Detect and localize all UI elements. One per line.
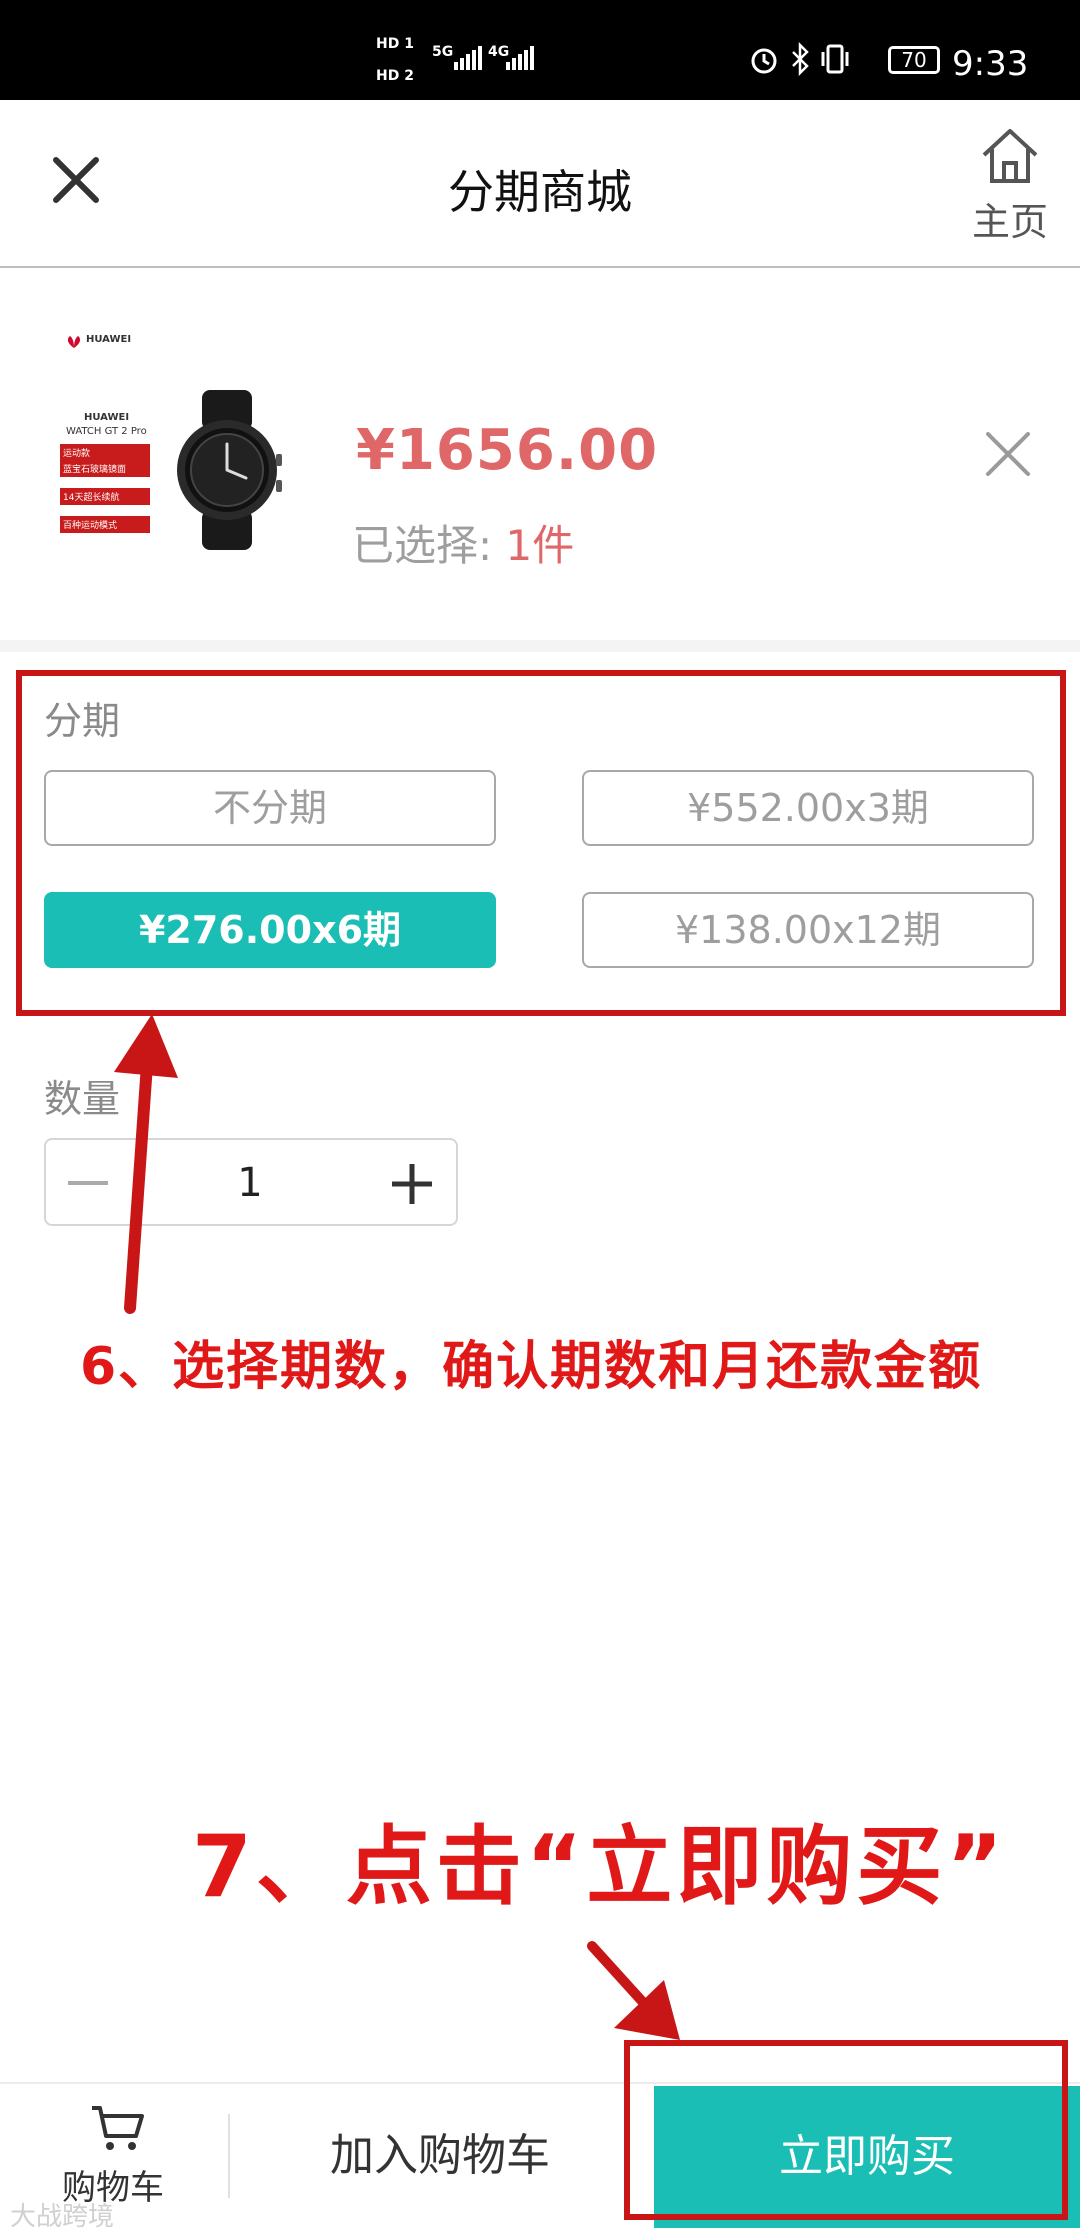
annotation-step7: 7、点击“立即购买”	[192, 1817, 1007, 1917]
annotation-arrow-down-head	[614, 1980, 680, 2040]
annotation-arrow-down	[587, 1941, 655, 2015]
annotation-arrow-up	[124, 1044, 154, 1314]
annotation-arrow-up-head	[114, 1014, 178, 1078]
watermark: 大战跨境	[10, 2202, 115, 2232]
add-to-cart-button[interactable]: 加入购物车	[230, 2114, 650, 2198]
annotation-highlight-box-buy	[624, 2040, 1068, 2220]
annotation-step6: 6、选择期数，确认期数和月还款金额	[80, 1337, 983, 1397]
cart-icon[interactable]	[90, 2104, 146, 2154]
